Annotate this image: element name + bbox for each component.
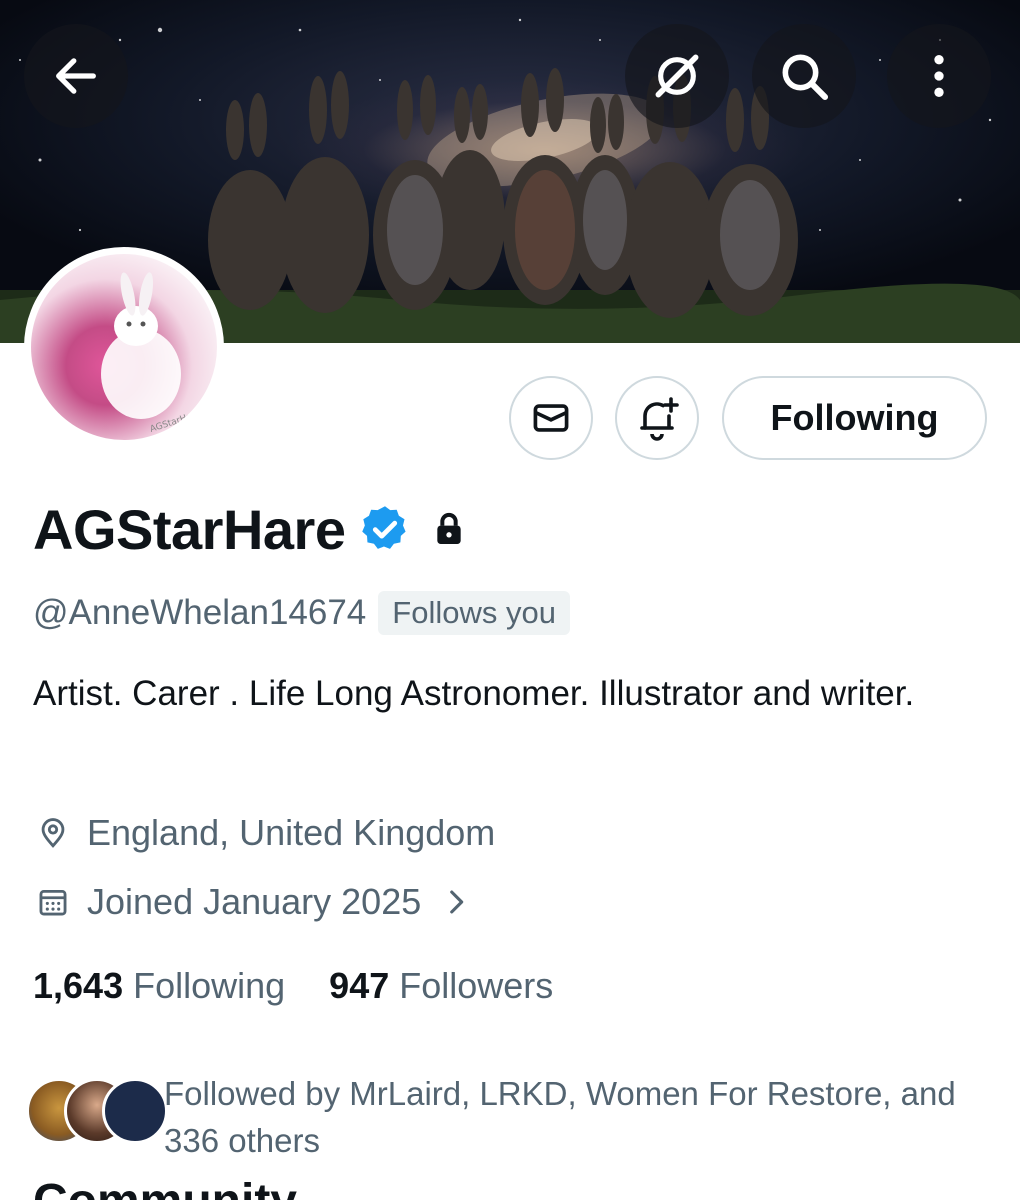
followed-by-text: Followed by MrLaird, LRKD, Women For Res…: [164, 1075, 956, 1159]
message-button[interactable]: [509, 376, 593, 460]
more-button[interactable]: [887, 24, 991, 128]
follower-avatar: [102, 1078, 168, 1144]
username-handle: @AnneWhelan14674: [33, 593, 367, 632]
envelope-icon: [533, 404, 569, 432]
hare-illustration: AGStarHare: [101, 272, 203, 435]
back-button[interactable]: [24, 24, 128, 128]
followers-count: 947: [329, 965, 390, 1006]
followed-by-avatars: [26, 1078, 168, 1146]
chevron-right-icon: [450, 890, 464, 914]
handle-row: @AnneWhelan14674 Follows you: [33, 588, 570, 638]
section-heading: Community: [33, 1180, 333, 1200]
lock-icon: [437, 512, 462, 544]
notifications-button[interactable]: [615, 376, 699, 460]
name-row: AGStarHare: [33, 494, 469, 564]
joined-row[interactable]: Joined January 2025: [33, 877, 473, 927]
joined-text: Joined January 2025: [87, 881, 422, 922]
follow-stats: 1,643 Following 947 Followers: [33, 960, 553, 1012]
profile-avatar[interactable]: AGStarHare: [24, 247, 224, 447]
bell-plus-icon: [640, 397, 679, 441]
grok-button[interactable]: [625, 24, 729, 128]
location-text: England, United Kingdom: [87, 812, 496, 853]
location-row: England, United Kingdom: [33, 808, 495, 858]
display-name: AGStarHare: [33, 497, 346, 561]
following-stat[interactable]: 1,643 Following: [33, 965, 285, 1007]
follows-you-badge: Follows you: [378, 591, 570, 635]
avatar-image: AGStarHare: [31, 254, 217, 440]
following-label: Following: [133, 965, 286, 1006]
followers-label: Followers: [399, 965, 554, 1006]
following-button[interactable]: Following: [722, 376, 987, 460]
search-icon: [782, 54, 829, 101]
location-pin-icon: [41, 818, 65, 848]
slashed-circle-icon: [655, 54, 699, 98]
profile-bio: Artist. Carer . Life Long Astronomer. Il…: [33, 674, 915, 713]
search-button[interactable]: [752, 24, 856, 128]
more-vertical-icon: [934, 55, 944, 97]
verified-badge-icon[interactable]: [359, 503, 411, 555]
arrow-left-icon: [56, 58, 96, 94]
followers-stat[interactable]: 947 Followers: [329, 965, 553, 1007]
following-count: 1,643: [33, 965, 124, 1006]
calendar-icon: [39, 889, 67, 916]
section-heading-text: Community: [33, 1180, 297, 1200]
